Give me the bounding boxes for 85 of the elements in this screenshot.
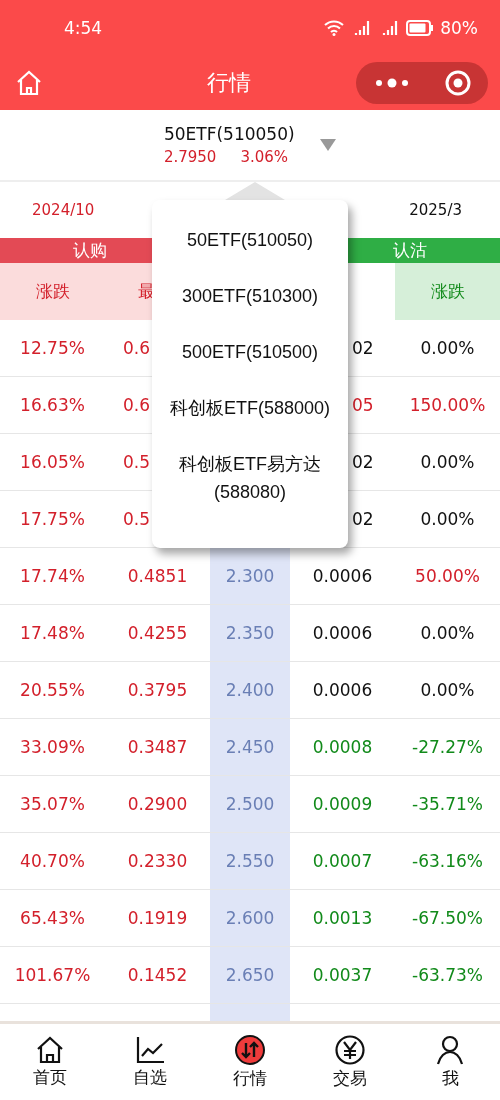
wifi-icon bbox=[324, 19, 345, 36]
table-cell-text: 50.00% bbox=[414, 565, 481, 588]
table-cell-text: 0.2900 bbox=[126, 793, 189, 816]
underlying-change: 3.06% bbox=[240, 148, 289, 166]
table-cell-text: 16.63% bbox=[19, 394, 86, 417]
dropdown-item[interactable]: 科创板ETF易方达(588080) bbox=[165, 436, 335, 520]
table-cell-text: 35.07% bbox=[19, 793, 86, 816]
table-cell: 02 bbox=[352, 509, 374, 529]
table-cell-text: -35.71% bbox=[411, 793, 484, 816]
table-cell-text: 16.05% bbox=[19, 451, 86, 474]
table-cell-text: 150.00% bbox=[408, 394, 487, 417]
table-cell-text: 0.00% bbox=[419, 622, 476, 645]
table-cell-text: -67.50% bbox=[411, 907, 484, 930]
table-cell-text: 0.4255 bbox=[126, 622, 189, 645]
status-time: 4:54 bbox=[64, 17, 104, 38]
table-cell-text: 0.3487 bbox=[126, 736, 189, 759]
table-cell-text: 0.00% bbox=[419, 337, 476, 360]
table-cell-text: 0.0006 bbox=[311, 679, 374, 702]
table-cell-text: 0.00% bbox=[419, 508, 476, 531]
tab-bar-item[interactable]: 首页 bbox=[0, 1024, 100, 1100]
dropdown-caret-icon[interactable] bbox=[320, 139, 337, 151]
strike-price: 2.600 bbox=[210, 890, 290, 946]
table-cell: 02 bbox=[352, 338, 374, 358]
table-cell-text: 0.2330 bbox=[126, 850, 189, 873]
table-cell: 0.5 bbox=[123, 509, 151, 529]
strike-price: 2.500 bbox=[210, 776, 290, 832]
table-cell-text: 17.74% bbox=[19, 565, 86, 588]
table-cell-text: -63.16% bbox=[411, 850, 484, 873]
table-cell-text: 0.0013 bbox=[311, 907, 374, 930]
home-icon bbox=[35, 1035, 65, 1064]
column-header: 涨跌 bbox=[395, 263, 500, 320]
battery-level: 80% bbox=[440, 17, 478, 38]
page-title: 行情 bbox=[206, 68, 252, 97]
table-cell: 0.5 bbox=[123, 452, 151, 472]
table-cell-text: 0.0007 bbox=[311, 850, 374, 873]
column-header: 涨跌 bbox=[0, 263, 105, 320]
table-cell-text: 0.0006 bbox=[311, 622, 374, 645]
table-cell-text: 17.48% bbox=[19, 622, 86, 645]
table-cell-text: 0.0037 bbox=[311, 964, 374, 987]
table-cell-text: 0.00% bbox=[419, 679, 476, 702]
table-cell-text: 33.09% bbox=[19, 736, 86, 759]
table-cell-text: 20.55% bbox=[19, 679, 86, 702]
table-cell-text: -27.27% bbox=[411, 736, 484, 759]
line-chart-icon bbox=[135, 1035, 165, 1064]
underlying-price: 2.7950 bbox=[163, 148, 217, 166]
table-cell-text: 12.75% bbox=[19, 337, 86, 360]
table-cell-text: 0.4851 bbox=[126, 565, 189, 588]
expiry-tab[interactable]: 2025/3 bbox=[409, 201, 462, 219]
strike-price: 2.450 bbox=[210, 719, 290, 775]
up-down-arrows-icon bbox=[235, 1034, 265, 1065]
strike-price: 2.350 bbox=[210, 605, 290, 661]
table-cell-text: 0.1452 bbox=[126, 964, 189, 987]
table-cell-text: 65.43% bbox=[19, 907, 86, 930]
strike-price: 2.550 bbox=[210, 833, 290, 889]
table-cell-text: 0.0008 bbox=[311, 736, 374, 759]
home-icon[interactable] bbox=[16, 69, 42, 96]
table-cell-text: 0.1919 bbox=[126, 907, 189, 930]
tab-bar-item[interactable]: 行情 bbox=[200, 1024, 300, 1100]
tab-bar-item[interactable]: 交易 bbox=[300, 1024, 400, 1100]
strike-price: 2.300 bbox=[210, 548, 290, 604]
dropdown-item[interactable]: 科创板ETF(588000) bbox=[169, 380, 331, 436]
tab-bar-item[interactable]: 自选 bbox=[100, 1024, 200, 1100]
table-cell: 05 bbox=[352, 395, 374, 415]
expiry-tab[interactable]: 2024/10 bbox=[32, 201, 95, 219]
table-cell-text: 0.0006 bbox=[311, 565, 374, 588]
strike-price: 2.400 bbox=[210, 662, 290, 718]
table-cell: 0.6 bbox=[123, 395, 151, 415]
table-cell-text: 101.67% bbox=[13, 964, 92, 987]
more-button[interactable] bbox=[373, 77, 410, 88]
table-cell-text: -63.73% bbox=[411, 964, 484, 987]
dropdown-item[interactable]: 500ETF(510500) bbox=[181, 324, 319, 380]
underlying-name[interactable]: 50ETF(510050) bbox=[163, 124, 295, 144]
person-icon bbox=[435, 1034, 465, 1065]
battery-icon bbox=[406, 19, 435, 36]
table-cell: 0.6 bbox=[123, 338, 151, 358]
table-cell-text: 40.70% bbox=[19, 850, 86, 873]
table-cell: 02 bbox=[352, 452, 374, 472]
table-cell-text: 17.75% bbox=[19, 508, 86, 531]
table-cell-text: 0.00% bbox=[419, 451, 476, 474]
yen-coin-icon bbox=[335, 1034, 365, 1065]
table-cell-text: 0.0009 bbox=[311, 793, 374, 816]
strike-price: 2.650 bbox=[210, 947, 290, 1003]
tab-bar-item[interactable]: 我 bbox=[400, 1024, 500, 1100]
close-button[interactable] bbox=[444, 69, 471, 96]
table-cell-text: 0.3795 bbox=[126, 679, 189, 702]
